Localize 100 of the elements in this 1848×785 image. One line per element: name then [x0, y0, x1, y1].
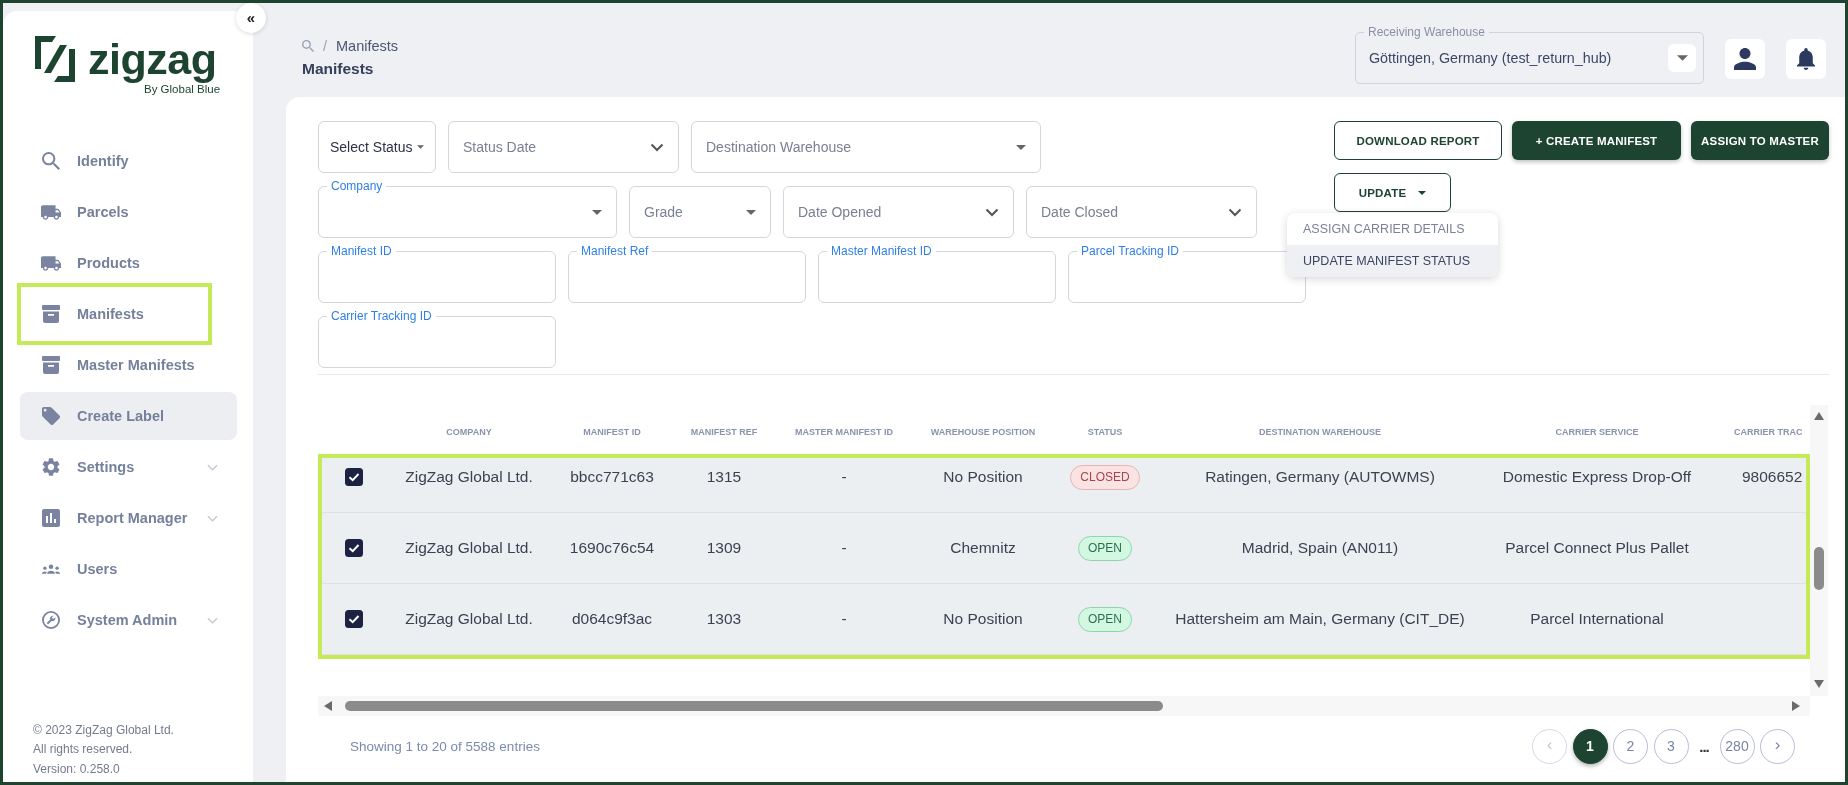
next-page-button[interactable]: ›	[1760, 728, 1795, 764]
status-badge: OPEN	[1078, 535, 1132, 561]
row-checkbox[interactable]	[344, 610, 363, 628]
sidebar-item[interactable]: Report Manager	[20, 494, 237, 542]
footer-text: © 2023 ZigZag Global Ltd.	[33, 722, 174, 740]
breadcrumb-separator: /	[323, 38, 328, 54]
status-badge: CLOSED	[1070, 464, 1140, 490]
row-checkbox[interactable]	[344, 468, 363, 486]
caret-down-icon	[416, 145, 424, 149]
entries-summary: Showing 1 to 20 of 5588 entries	[350, 738, 540, 754]
table-cell-text: Parcel International	[1529, 610, 1665, 628]
table-row[interactable]: ZigZag Global Ltd. d064c9f3ac 1303 - No Position OPEN Hattersheim am Main, Germany (CIT_DE) Parcel International	[322, 584, 1806, 655]
arrow-up-icon[interactable]	[1814, 412, 1824, 420]
vertical-scrollbar[interactable]	[1810, 405, 1828, 696]
table-cell-text: bbcc771c63	[569, 468, 655, 486]
footer-text: All rights reserved.	[33, 741, 133, 759]
table-cell-text: 1309	[705, 539, 743, 557]
table-cell-text: Chemnitz	[949, 539, 1017, 557]
status-badge: OPEN	[1078, 606, 1132, 632]
menu-item[interactable]: ASSIGN CARRIER DETAILS	[1287, 213, 1498, 245]
menu-item[interactable]: UPDATE MANIFEST STATUS	[1287, 245, 1498, 277]
page-title: Manifests	[302, 59, 374, 79]
horizontal-scrollbar[interactable]	[318, 696, 1810, 716]
date-field[interactable]: Status Date	[448, 121, 679, 173]
archive-box-icon	[42, 356, 60, 374]
row-checkbox[interactable]	[344, 539, 363, 557]
date-field[interactable]: Date Opened	[783, 186, 1014, 238]
sidebar-item[interactable]: Identify	[20, 137, 237, 185]
table-row[interactable]: ZigZag Global Ltd. 1690c76c54 1309 - Chemnitz OPEN Madrid, Spain (AN011) Parcel Connect Plus Pallet	[322, 513, 1806, 584]
column-header: MANIFEST REF	[689, 427, 759, 437]
truck-icon	[41, 255, 61, 271]
column-header: MANIFEST ID	[582, 427, 642, 437]
caret-down-icon	[592, 209, 602, 215]
table-cell-text: -	[840, 610, 848, 628]
table-cell-text: 1315	[705, 468, 743, 486]
page-button[interactable]: 280	[1719, 728, 1755, 764]
tag-icon	[42, 407, 60, 425]
caret-down-icon	[1016, 144, 1026, 150]
notifications-button[interactable]	[1786, 39, 1826, 79]
status-select[interactable]: Select Status	[318, 121, 436, 173]
column-header: WAREHOUSE POSITION	[929, 427, 1037, 437]
sidebar-item[interactable]: Parcels	[20, 188, 237, 236]
page-button[interactable]: 3	[1653, 728, 1689, 764]
table-cell-text: No Position	[942, 610, 1024, 628]
arrow-left-icon[interactable]	[324, 701, 332, 711]
table-cell-text: ZigZag Global Ltd.	[404, 539, 534, 557]
table-cell-text: Hattersheim am Main, Germany (CIT_DE)	[1174, 610, 1466, 628]
search-icon	[302, 40, 314, 52]
bar-chart-icon	[42, 509, 60, 527]
bell-icon	[1795, 48, 1817, 70]
logo-icon	[35, 36, 75, 82]
sidebar-item[interactable]: Users	[20, 545, 237, 593]
table-row[interactable]: ZigZag Global Ltd. bbcc771c63 1315 - No Position CLOSED Ratingen, Germany (AUTOWMS) Domestic Express Drop-Off 9806652	[322, 458, 1806, 513]
dropdown-field[interactable]: Grade	[629, 186, 771, 238]
chevron-down-icon	[207, 514, 218, 522]
date-field[interactable]: Date Closed	[1026, 186, 1257, 238]
table-cell-text: ZigZag Global Ltd.	[404, 468, 534, 486]
table-cell-text: Madrid, Spain (AN011)	[1240, 539, 1400, 557]
chevron-down-icon	[985, 207, 999, 217]
people-icon	[41, 564, 61, 574]
sidebar-item[interactable]: Manifests	[17, 283, 212, 345]
action-button[interactable]: DOWNLOAD REPORT	[1334, 121, 1502, 160]
logo-tagline: By Global Blue	[144, 83, 221, 96]
update-button[interactable]: UPDATE	[1334, 173, 1451, 212]
scrollbar-thumb[interactable]	[345, 701, 1163, 711]
sidebar-item[interactable]: Settings	[20, 443, 237, 491]
archive-box-icon	[42, 305, 60, 323]
collapse-button[interactable]: «	[236, 3, 266, 33]
wrench-icon	[42, 611, 60, 629]
chevron-down-icon	[1228, 207, 1242, 217]
page-button[interactable]: 2	[1613, 728, 1648, 764]
caret-down-icon	[1418, 190, 1427, 195]
column-header: MASTER MANIFEST ID	[794, 427, 894, 437]
table-cell-text: Domestic Express Drop-Off	[1501, 468, 1693, 486]
footer-text: Version: 0.258.0	[33, 760, 120, 778]
arrow-down-icon[interactable]	[1814, 680, 1824, 688]
column-header: CARRIER SERVICE	[1554, 427, 1640, 437]
table-cell-text: No Position	[942, 468, 1024, 486]
chevron-down-icon	[207, 463, 218, 471]
caret-down-icon	[1676, 55, 1688, 61]
table-cell-text: d064c9f3ac	[570, 610, 654, 628]
user-button[interactable]	[1725, 39, 1765, 79]
action-button[interactable]: + CREATE MANIFEST	[1512, 121, 1681, 160]
scrollbar-thumb[interactable]	[1814, 547, 1824, 590]
settings-icon	[42, 458, 60, 476]
action-button[interactable]: ASSIGN TO MASTER	[1691, 121, 1829, 160]
page-button[interactable]: 1	[1572, 728, 1608, 764]
dropdown-field[interactable]: Destination Warehouse	[691, 121, 1041, 173]
caret-down-icon	[746, 209, 756, 215]
pagination-ellipsis: ...	[1698, 737, 1710, 755]
table-cell-text: Ratingen, Germany (AUTOWMS)	[1204, 468, 1436, 486]
sidebar-item[interactable]: Create Label	[20, 392, 237, 440]
user-icon	[1734, 48, 1756, 70]
table-cell-text: 9806652	[1741, 468, 1804, 486]
table-cell-text: ZigZag Global Ltd.	[404, 610, 534, 628]
table-cell-text: -	[840, 468, 848, 486]
column-header: STATUS	[1086, 427, 1124, 437]
sidebar-item[interactable]: System Admin	[20, 596, 237, 644]
arrow-right-icon[interactable]	[1792, 701, 1800, 711]
search-icon	[42, 152, 60, 170]
